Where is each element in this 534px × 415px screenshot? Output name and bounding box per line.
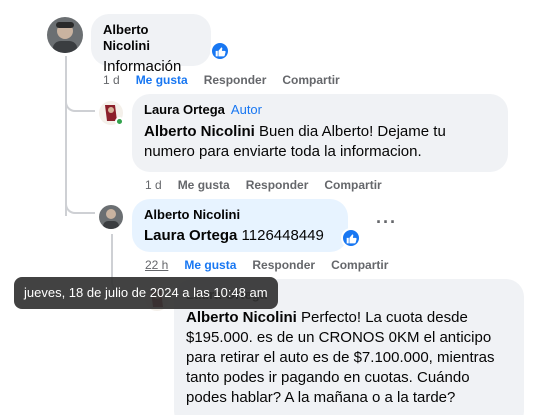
timestamp-tooltip: jueves, 18 de julio de 2024 a las 10:48 …: [14, 277, 278, 309]
reply3-text: Alberto Nicolini Perfecto! La cuota desd…: [186, 308, 512, 408]
thread-curve-2: [65, 190, 95, 214]
reply2-time[interactable]: 22 h: [145, 257, 168, 273]
comment-time[interactable]: 1 d: [103, 72, 120, 88]
share-button[interactable]: Compartir: [324, 177, 381, 193]
thumbs-up-icon[interactable]: [210, 41, 230, 61]
like-button[interactable]: Me gusta: [136, 72, 188, 88]
avatar-alberto[interactable]: [47, 17, 83, 53]
comment-actions: 1 d Me gusta Responder Compartir: [103, 72, 340, 88]
thumbs-up-icon[interactable]: [341, 228, 361, 248]
reply1-bubble: Laura Ortega Autor Alberto Nicolini Buen …: [132, 94, 508, 172]
comment-author[interactable]: Alberto Nicolini: [103, 22, 199, 54]
reply1-author[interactable]: Laura Ortega: [144, 102, 225, 117]
like-button[interactable]: Me gusta: [178, 177, 230, 193]
like-button[interactable]: Me gusta: [184, 257, 236, 273]
reply-button[interactable]: Responder: [252, 257, 315, 273]
share-button[interactable]: Compartir: [282, 72, 339, 88]
share-button[interactable]: Compartir: [331, 257, 388, 273]
reply-button[interactable]: Responder: [204, 72, 267, 88]
avatar-alberto[interactable]: [99, 205, 123, 229]
comment-bubble: Alberto Nicolini Información: [91, 14, 211, 75]
reply2-bubble: Alberto Nicolini Laura Ortega 1126448449: [132, 199, 348, 252]
online-dot: [115, 117, 124, 126]
reply2-actions: 22 h Me gusta Responder Compartir: [145, 257, 388, 273]
mention-link[interactable]: Alberto Nicolini: [186, 309, 297, 326]
reply1-actions: 1 d Me gusta Responder Compartir: [145, 177, 382, 193]
reply2-text: Laura Ortega 1126448449: [144, 226, 336, 246]
reply2-author[interactable]: Alberto Nicolini: [144, 207, 336, 223]
mention-link[interactable]: Laura Ortega: [144, 227, 237, 244]
reply1-text: Alberto Nicolini Buen dia Alberto! Dejam…: [144, 122, 496, 162]
reply-button[interactable]: Responder: [246, 177, 309, 193]
reply2-message: 1126448449: [237, 227, 324, 244]
author-badge: Autor: [230, 102, 262, 117]
thread-curve-1: [65, 90, 95, 112]
more-options-icon[interactable]: ···: [376, 212, 397, 233]
reply1-time[interactable]: 1 d: [145, 177, 162, 193]
mention-link[interactable]: Alberto Nicolini: [144, 123, 255, 140]
